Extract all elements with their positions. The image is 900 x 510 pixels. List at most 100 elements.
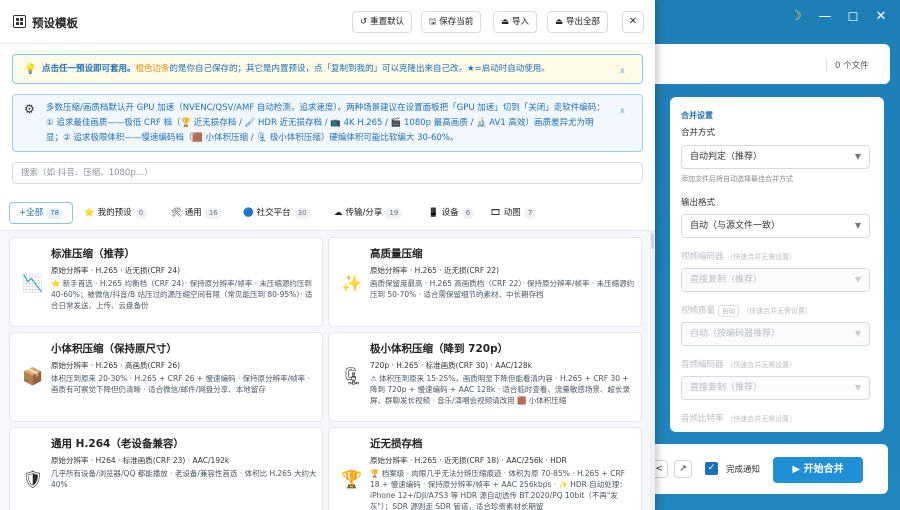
cloud-icon: ☁ xyxy=(334,208,343,218)
preset-meta: 原始分辨率 · H264 · 标准画质(CRF 23) · AAC/192k xyxy=(51,456,230,465)
clamp-icon: 🗜 xyxy=(341,367,363,387)
reset-default-button[interactable]: ↺ 重置默认 xyxy=(352,11,413,33)
sparkle-icon: ✨ xyxy=(341,274,363,294)
save-current-button[interactable]: 🖫 保存当前 xyxy=(421,11,482,33)
video-quality-select[interactable]: 自动（按编码器推荐） ▼ xyxy=(681,322,870,346)
preset-card[interactable]: 📉 标准压缩（推荐） 原始分辨率 · H.265 · 近无损(CRF 24) ⭐… xyxy=(9,237,323,327)
box-icon: 📦 xyxy=(22,367,44,387)
close-window-button[interactable]: ✕ xyxy=(871,7,891,27)
category-tabs: +全部 78 ⭐ 我的预设 0 🛠 通用 16 🔵 社交平台 30 ☁ 传输/分享 19 📱 设备 6… xyxy=(0,193,655,231)
start-merge-button[interactable]: ▶ 开始合并 xyxy=(773,457,863,483)
preset-description: 几乎所有设备/浏览器/QQ 都能播放 · 老设备/兼容性首选 · 体积比 H.2… xyxy=(51,469,317,489)
video-quality-tag: 自动 xyxy=(718,305,740,317)
tab-count: 7 xyxy=(523,208,537,219)
usage-notice-rest: 的是你自己保存的；其它是内置预设，点「复制到我的」可以克隆出来自己改。★=启动时… xyxy=(169,64,550,74)
import-button[interactable]: ⏏ 导入 xyxy=(493,11,538,33)
dismiss-gpu-notice-button[interactable]: x xyxy=(620,104,625,117)
chevron-down-icon: ▼ xyxy=(854,221,861,230)
file-count: 0 个文件 xyxy=(826,59,869,71)
preset-search-input[interactable]: 搜索（如 抖音、压缩、1080p…） xyxy=(12,162,643,184)
video-encoder-select[interactable]: 直接复制（推荐） ▼ xyxy=(681,268,870,292)
tools-icon: 🛠 xyxy=(171,208,182,218)
modal-header: 预设模板 ↺ 重置默认 🖫 保存当前 ⏏ 导入 ⏏ 导出全部 ✕ xyxy=(0,0,655,44)
audio-encoder-value: 直接复制（推荐） xyxy=(690,383,763,393)
trophy-icon: 🏆 xyxy=(341,470,363,490)
tab-count: 78 xyxy=(46,208,64,219)
merge-settings-panel: 合并设置 合并方式 自动判定（推荐） ▼ 添加文件后将自动选择最佳合并方式 输出格… xyxy=(670,97,884,432)
usage-notice: 💡 点击任一预设即可套用。橙色边条的是你自己保存的；其它是内置预设，点「复制到我… xyxy=(12,54,643,84)
tab-count: 16 xyxy=(204,208,222,219)
scrollbar-thumb[interactable] xyxy=(651,233,654,249)
star-icon: ⭐ xyxy=(84,208,95,218)
preset-title: 小体积压缩（保持原尺寸） xyxy=(51,343,177,355)
dismiss-usage-notice-button[interactable]: x xyxy=(620,64,625,77)
preset-card[interactable]: 🛡 通用 H.264（老设备兼容） 原始分辨率 · H264 · 标准画质(CR… xyxy=(9,427,323,510)
tab-device[interactable]: 📱 设备 6 xyxy=(428,202,475,224)
preset-card[interactable]: 📦 小体积压缩（保持原尺寸） 原始分辨率 · H.265 · 高画质(CRF 2… xyxy=(9,332,323,422)
merge-method-select[interactable]: 自动判定（推荐） ▼ xyxy=(681,145,870,169)
grid-icon xyxy=(13,15,26,28)
preset-title: 高质量压缩 xyxy=(370,248,423,260)
circle-icon: 🔵 xyxy=(243,208,254,218)
preset-title: 通用 H.264（老设备兼容） xyxy=(51,438,184,450)
preset-grid: 📉 标准压缩（推荐） 原始分辨率 · H.265 · 近无损(CRF 24) ⭐… xyxy=(0,231,650,510)
preset-scrollbar[interactable] xyxy=(650,231,655,510)
preset-description: ⚠ 体积压到原来 15-25%，画质明显下降但能看清内容 · H.265 + C… xyxy=(370,374,630,405)
maximize-button[interactable]: ☐ xyxy=(843,7,863,27)
tab-gif[interactable]: 🎞 动图 7 xyxy=(490,202,537,224)
phone-icon: 📱 xyxy=(428,208,439,218)
gear-icon: ⚙ xyxy=(24,102,35,116)
preset-card[interactable]: ✨ 高质量压缩 原始分辨率 · H.265 · 近无损(CRF 22) 画质保留… xyxy=(328,237,642,327)
tab-count: 19 xyxy=(385,208,403,219)
chevron-down-icon: ▼ xyxy=(854,152,861,161)
preset-modal: 预设模板 ↺ 重置默认 🖫 保存当前 ⏏ 导入 ⏏ 导出全部 ✕ 💡 点击任一预设即可套… xyxy=(0,0,655,510)
preset-meta: 720p · H.265 · 标准画质(CRF 30) · AAC/128k xyxy=(370,361,533,370)
audio-bitrate-label-text: 音频比特率 xyxy=(681,414,724,424)
tab-all[interactable]: +全部 78 xyxy=(9,202,73,224)
file-list-panel: 0 个文件 xyxy=(640,44,890,84)
chevron-down-icon: ▼ xyxy=(854,275,861,284)
tab-label: 社交平台 xyxy=(256,208,291,218)
gpu-notice-text: 多数压缩/画质档默认开 GPU 加速（NVENC/QSV/AMF 自动检测，追求… xyxy=(46,103,605,143)
preset-card[interactable]: 🏆 近无损存档 原始分辨率 · H.265 · 近无损(CRF 18) · AA… xyxy=(328,427,642,510)
audio-encoder-label-text: 音频编码器 xyxy=(681,360,724,370)
tab-my-presets[interactable]: ⭐ 我的预设 0 xyxy=(84,202,148,224)
output-format-label: 输出格式 xyxy=(681,198,716,208)
tab-count: 30 xyxy=(293,208,311,219)
tab-label: 动图 xyxy=(503,208,521,218)
action-bar: < ↗ ✓ 完成通知 ▶ 开始合并 xyxy=(640,444,888,494)
preset-description: 体积压到原来 20-30% · H.265 + CRF 26 + 慢速编码 · … xyxy=(51,374,310,394)
tab-label: 我的预设 xyxy=(97,208,132,218)
video-quality-label: 视频质量 自动 （快速合并无需设置） xyxy=(681,304,812,317)
audio-bitrate-note: （快速合并无需设置） xyxy=(726,415,797,423)
video-encoder-note: （快速合并无需设置） xyxy=(726,253,797,261)
reset-default-label: 重置默认 xyxy=(370,17,405,27)
output-format-select[interactable]: 自动（与源文件一致） ▼ xyxy=(681,214,870,238)
audio-bitrate-label: 音频比特率 （快速合并无需设置） xyxy=(681,412,796,424)
preset-title: 标准压缩（推荐） xyxy=(51,248,135,260)
preset-title: 近无损存档 xyxy=(370,438,423,450)
audio-encoder-select[interactable]: 直接复制（推荐） ▼ xyxy=(681,376,870,400)
preset-meta: 原始分辨率 · H.265 · 近无损(CRF 24) xyxy=(51,266,181,275)
modal-title: 预设模板 xyxy=(32,16,78,30)
merge-method-label: 合并方式 xyxy=(681,128,716,138)
chevron-down-icon: ▼ xyxy=(854,383,861,392)
video-encoder-value: 直接复制（推荐） xyxy=(690,275,763,285)
video-quality-note: （快速合并无需设置） xyxy=(742,307,813,315)
minimize-button[interactable]: — xyxy=(815,7,835,27)
preset-description: 画质保留度最高 · H.265 高画质档（CRF 22）· 保持原分辨率/帧率 … xyxy=(370,279,635,299)
tab-general[interactable]: 🛠 通用 16 xyxy=(171,202,222,224)
tab-label: 通用 xyxy=(184,208,202,218)
tab-social[interactable]: 🔵 社交平台 30 xyxy=(243,202,311,224)
output-format-value: 自动（与源文件一致） xyxy=(690,221,781,231)
tab-label: 全部 xyxy=(26,208,44,218)
audio-encoder-label: 音频编码器 （快速合并无需设置） xyxy=(681,358,796,370)
expand-icon[interactable]: ↗ xyxy=(674,460,692,478)
notify-checkbox[interactable]: ✓ xyxy=(705,462,718,475)
export-all-button[interactable]: ⏏ 导出全部 xyxy=(547,11,609,33)
merge-hint: 添加文件后将自动选择最佳合并方式 xyxy=(681,175,793,183)
preset-card[interactable]: 🗜 极小体积压缩（降到 720p） 720p · H.265 · 标准画质(CR… xyxy=(328,332,642,422)
theme-toggle-icon[interactable]: ☽ xyxy=(786,7,806,27)
tab-transfer[interactable]: ☁ 传输/分享 19 xyxy=(334,202,403,224)
close-modal-button[interactable]: ✕ xyxy=(622,11,644,33)
